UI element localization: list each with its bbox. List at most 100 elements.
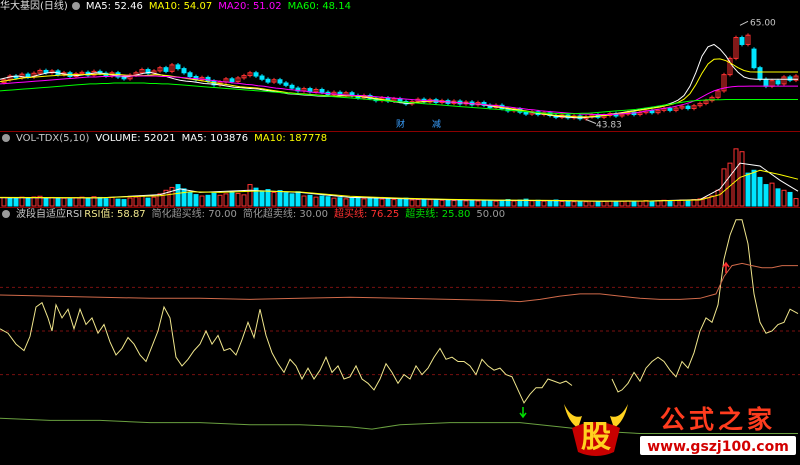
watermark-site-name: 公式之家 xyxy=(660,405,776,434)
candle-body xyxy=(685,105,691,110)
price-ma60: MA60: 48.14 xyxy=(287,1,351,12)
volume-bar xyxy=(223,193,229,207)
stock-chart[interactable]: 65.00 43.83 财 减 华大基因(日线) MA5: 52.46 MA10: 54.… xyxy=(0,0,800,461)
volume-bar xyxy=(127,197,133,207)
rsi-simple-oversold: 简化超卖线: 30.00 xyxy=(242,209,329,220)
volume-bar xyxy=(103,198,109,207)
volume-bar xyxy=(265,189,271,207)
candle-body xyxy=(739,37,745,45)
price-ma10: MA10: 54.07 xyxy=(148,1,213,12)
rsi-line xyxy=(611,219,799,393)
settings-circle-icon[interactable] xyxy=(71,2,80,10)
volume-bar xyxy=(337,197,343,207)
candle-body xyxy=(175,64,181,70)
price-ma5-line xyxy=(0,43,798,119)
volume-bar xyxy=(493,200,499,207)
oversold-signal-arrow xyxy=(519,406,527,419)
volume-bar xyxy=(169,186,175,207)
bull-logo-icon: 股 xyxy=(564,404,628,456)
candle-body xyxy=(775,80,781,85)
volume-bar xyxy=(283,192,289,207)
volume-bar xyxy=(67,198,73,207)
volume-bar xyxy=(739,151,745,207)
volume-bar xyxy=(673,200,679,207)
volume-bar xyxy=(409,199,415,207)
volume-bar xyxy=(541,200,547,207)
volume-bar xyxy=(745,172,751,207)
candle-body xyxy=(289,84,295,89)
volume-bar xyxy=(583,201,589,207)
volume-bar xyxy=(655,200,661,207)
watermark: 股 公式之家 www.gszj100.com xyxy=(558,398,800,461)
volume-bar xyxy=(325,196,331,207)
volume-bar xyxy=(25,197,31,207)
volume-bar xyxy=(241,194,247,207)
volume-bar xyxy=(181,188,187,207)
volume-bar xyxy=(463,200,469,207)
chart-canvas[interactable]: 65.00 43.83 财 减 xyxy=(0,0,800,461)
volume-bar xyxy=(427,199,433,207)
volume-bar xyxy=(397,198,403,207)
volume-bar xyxy=(511,200,517,207)
volume-bar xyxy=(763,184,769,207)
volume-bar xyxy=(613,201,619,207)
volume-bar xyxy=(301,195,307,207)
volume-bar xyxy=(547,200,553,207)
rsi-oversold: 超卖线: 25.80 xyxy=(405,209,471,220)
volume-bar xyxy=(331,197,337,207)
volume-bar xyxy=(481,200,487,207)
volume-bar xyxy=(85,197,91,207)
volume-panel-header: VOL-TDX(5,10) VOLUME: 52021 MA5: 103876 MA1… xyxy=(0,132,333,146)
rsi-line xyxy=(0,301,573,404)
settings-circle-icon[interactable] xyxy=(2,210,10,218)
candle-body xyxy=(259,75,265,80)
volume-bar xyxy=(43,197,49,207)
volume-bar xyxy=(385,197,391,207)
volume-bar xyxy=(115,198,121,207)
rsi-mid: 50.00 xyxy=(476,209,506,220)
volume-bar xyxy=(415,199,421,207)
rsi-overbought-line xyxy=(0,262,798,303)
volume-bar xyxy=(121,199,127,207)
volume-bar xyxy=(211,192,217,207)
volume-bar xyxy=(631,201,637,207)
volume-bar xyxy=(787,191,793,207)
volume-bar xyxy=(289,193,295,207)
volume-bar xyxy=(637,200,643,207)
price-panel-header: 华大基因(日线) MA5: 52.46 MA10: 54.07 MA20: 51.02… xyxy=(0,0,357,14)
rsi-panel-title: 波段自适应RSI xyxy=(16,209,83,220)
volume-bar xyxy=(721,168,727,207)
volume-bar xyxy=(361,198,367,207)
volume-bar xyxy=(13,198,19,207)
candle-body xyxy=(523,111,529,115)
volume-bar xyxy=(475,200,481,207)
volume-bar xyxy=(379,198,385,207)
volume-bar xyxy=(187,191,193,207)
watermark-glyph: 股 xyxy=(581,420,611,455)
volume-bar xyxy=(559,200,565,207)
high-pointer xyxy=(739,20,749,26)
candle-body xyxy=(181,68,187,74)
candle-body xyxy=(163,67,169,72)
volume-bar xyxy=(319,195,325,207)
volume-bar xyxy=(751,169,757,207)
candle-body xyxy=(265,78,271,83)
volume-bar xyxy=(535,199,541,207)
candle-body xyxy=(229,78,235,83)
volume-bar xyxy=(277,190,283,207)
volume-bar xyxy=(97,196,103,207)
volume-ma5-line xyxy=(0,162,799,202)
event-marker-cai: 财 xyxy=(396,118,405,130)
rsi-panel-header: 波段自适应RSI RSI值: 58.87 简化超买线: 70.00 简化超卖线: 30… xyxy=(0,208,511,222)
volume-bar xyxy=(307,194,313,207)
candle-body xyxy=(649,110,655,114)
volume-bar xyxy=(73,197,79,207)
candle-body xyxy=(319,88,325,93)
volume-bar xyxy=(571,201,577,207)
volume-bar xyxy=(775,188,781,207)
volume-bar xyxy=(595,201,601,207)
price-ma5: MA5: 52.46 xyxy=(85,1,143,12)
volume-bar xyxy=(19,196,25,207)
settings-circle-icon[interactable] xyxy=(2,134,10,142)
volume-bar xyxy=(61,197,67,207)
